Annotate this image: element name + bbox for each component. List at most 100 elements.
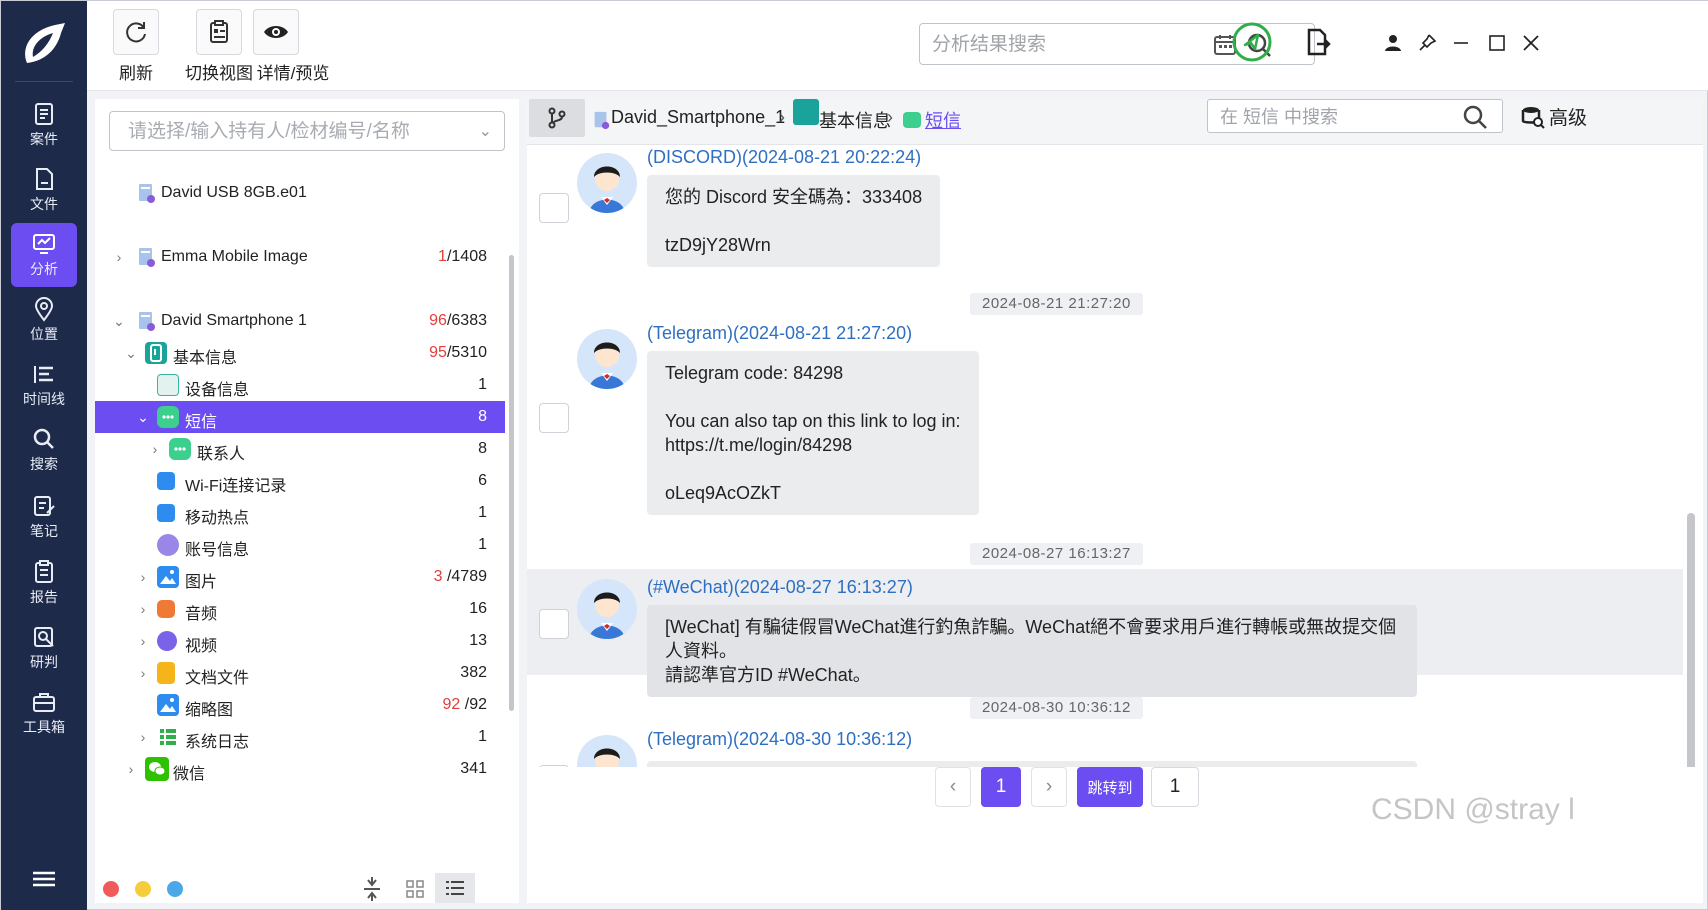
chevron-right-icon[interactable]: › <box>133 599 153 619</box>
collapse-all-icon[interactable] <box>361 877 383 901</box>
chevron-down-icon[interactable]: ⌄ <box>121 343 141 363</box>
breadcrumb-device[interactable]: David_Smartphone_1 <box>611 107 785 128</box>
details-preview-button[interactable]: 详情/预览 <box>235 9 329 84</box>
tree-item-david-smartphone[interactable]: ⌄ David Smartphone 1 96/6383 <box>95 305 505 337</box>
message-item[interactable]: (DISCORD)(2024-08-21 20:22:24) 您的 Discor… <box>527 147 1683 273</box>
tree-item-label: Emma Mobile Image <box>161 248 308 265</box>
chevron-right-icon[interactable]: › <box>133 727 153 747</box>
message-header: (Telegram)(2024-08-30 10:36:12) <box>647 729 913 749</box>
advanced-search-button[interactable]: 高级 <box>1521 103 1587 130</box>
sms-search-input[interactable] <box>1220 104 1460 130</box>
analysis-search-input[interactable] <box>932 31 1222 59</box>
search-icon[interactable] <box>1462 104 1488 130</box>
chevron-right-icon[interactable]: › <box>133 663 153 683</box>
holder-select-input[interactable] <box>128 118 468 146</box>
chevron-right-icon[interactable]: › <box>145 439 165 459</box>
breadcrumb-current[interactable]: 短信 <box>925 107 961 133</box>
tree-item-images[interactable]: › 图片 3 /4789 <box>95 561 505 593</box>
nav-item-search[interactable]: 搜索 <box>11 418 77 482</box>
list-view-button[interactable] <box>435 873 475 903</box>
nav-item-analysis[interactable]: 分析 <box>11 223 77 287</box>
nav-item-location[interactable]: 位置 <box>11 288 77 352</box>
user-icon <box>1385 35 1401 51</box>
holder-select[interactable]: ⌄ <box>109 111 505 151</box>
nav-item-file[interactable]: 文件 <box>11 158 77 222</box>
tree-item-accounts[interactable]: 账号信息 1 <box>95 529 505 561</box>
tree-item-documents[interactable]: › 文档文件 382 <box>95 657 505 689</box>
maximize-button[interactable] <box>1485 31 1509 55</box>
nav-item-judge[interactable]: 研判 <box>11 616 77 680</box>
tree-item-audio[interactable]: › 音频 16 <box>95 593 505 625</box>
tree-item-video[interactable]: › 视频 13 <box>95 625 505 657</box>
avatar <box>577 579 637 639</box>
minimize-button[interactable] <box>1449 31 1473 55</box>
search-icon <box>33 428 54 449</box>
minimize-icon <box>1454 42 1468 44</box>
tree-item-hotspot[interactable]: 移动热点 1 <box>95 497 505 529</box>
eye-icon <box>264 26 288 38</box>
message-checkbox[interactable] <box>539 193 569 223</box>
message-checkbox[interactable] <box>539 609 569 639</box>
chevron-down-icon[interactable]: ⌄ <box>479 121 492 141</box>
chevron-down-icon[interactable]: ⌄ <box>109 311 129 331</box>
nav-item-case[interactable]: 案件 <box>11 93 77 157</box>
pin-button[interactable] <box>1415 31 1439 55</box>
list-view-icon <box>446 881 464 895</box>
branch-button[interactable] <box>529 99 585 137</box>
nav-item-report[interactable]: 报告 <box>11 551 77 615</box>
chevron-right-icon[interactable]: › <box>133 631 153 651</box>
chevron-right-icon[interactable]: › <box>121 759 141 779</box>
tree-item-david-usb[interactable]: David USB 8GB.e01 <box>95 177 505 209</box>
prev-page-button[interactable]: ‹ <box>935 767 971 807</box>
blue-dot-icon[interactable] <box>167 881 183 897</box>
breadcrumb-category[interactable]: 基本信息 <box>819 107 891 133</box>
tree-item-label: David USB 8GB.e01 <box>161 184 307 201</box>
nav-item-note[interactable]: 笔记 <box>11 485 77 549</box>
tree-item-device-info[interactable]: 设备信息 1 <box>95 369 505 401</box>
jump-to-button[interactable]: 跳转到 <box>1077 767 1143 807</box>
tree-item-count: 341 <box>460 760 487 777</box>
user-button[interactable] <box>1381 31 1405 55</box>
chevron-down-icon[interactable]: ⌄ <box>133 407 153 427</box>
top-toolbar: 刷新 切换视图 详情/预览 <box>87 1 1708 91</box>
tree-item-wifi-records[interactable]: Wi-Fi连接记录 6 <box>95 465 505 497</box>
close-button[interactable] <box>1519 31 1543 55</box>
red-dot-icon[interactable] <box>103 881 119 897</box>
tree-item-sms[interactable]: ⌄ 短信 8 <box>95 401 505 433</box>
sms-search[interactable] <box>1207 99 1503 133</box>
nav-divider <box>15 81 73 82</box>
timestamp-separator: 2024-08-30 10:36:12 <box>970 697 1143 719</box>
chevron-right-icon[interactable]: › <box>109 247 129 267</box>
yellow-dot-icon[interactable] <box>135 881 151 897</box>
breadcrumb-separator: › <box>887 107 893 127</box>
tree-item-count: 96/6383 <box>429 312 487 329</box>
disk-image-icon <box>135 246 157 268</box>
breadcrumb-bar: David_Smartphone_1 › 基本信息 › 短信 高级 <box>527 99 1703 145</box>
tree-scrollbar[interactable] <box>509 255 514 711</box>
hamburger-menu-icon[interactable] <box>29 867 59 891</box>
alert-button[interactable] <box>1231 21 1273 63</box>
refresh-button[interactable]: 刷新 <box>113 9 159 84</box>
tree-item-emma-mobile[interactable]: › Emma Mobile Image 1/1408 <box>95 241 505 273</box>
export-button[interactable] <box>1303 27 1333 57</box>
nav-item-timeline[interactable]: 时间线 <box>11 353 77 417</box>
message-item[interactable]: (Telegram)(2024-08-30 10:36:12) <box>527 725 1683 767</box>
chevron-right-icon[interactable]: › <box>133 567 153 587</box>
tree-item-contacts[interactable]: › 联系人 8 <box>95 433 505 465</box>
grid-view-icon[interactable] <box>405 879 425 899</box>
message-checkbox[interactable] <box>539 403 569 433</box>
jump-page-input[interactable]: 1 <box>1151 767 1199 807</box>
next-page-button[interactable]: › <box>1031 767 1067 807</box>
tree-item-system-log[interactable]: › 系统日志 1 <box>95 721 505 753</box>
message-scrollbar[interactable] <box>1687 513 1695 767</box>
tree-item-basic-info[interactable]: ⌄ 基本信息 95/5310 <box>95 337 505 369</box>
tree-item-wechat[interactable]: › 微信 341 <box>95 753 505 785</box>
nav-item-toolbox[interactable]: 工具箱 <box>11 681 77 745</box>
message-item[interactable]: (Telegram)(2024-08-21 21:27:20) Telegram… <box>527 323 1683 515</box>
app-window: 案件 文件 分析 位置 时间线 搜索 笔记 报告 研判 工具箱 刷新 切换视图 … <box>0 0 1708 910</box>
tree-item-thumbnails[interactable]: 缩略图 92 /92 <box>95 689 505 721</box>
message-item[interactable]: (#WeChat)(2024-08-27 16:13:27) [WeChat] … <box>527 569 1683 697</box>
tree-item-label: 账号信息 <box>185 542 250 559</box>
page-1-button[interactable]: 1 <box>981 767 1021 807</box>
tree-item-count: 8 <box>478 440 487 457</box>
